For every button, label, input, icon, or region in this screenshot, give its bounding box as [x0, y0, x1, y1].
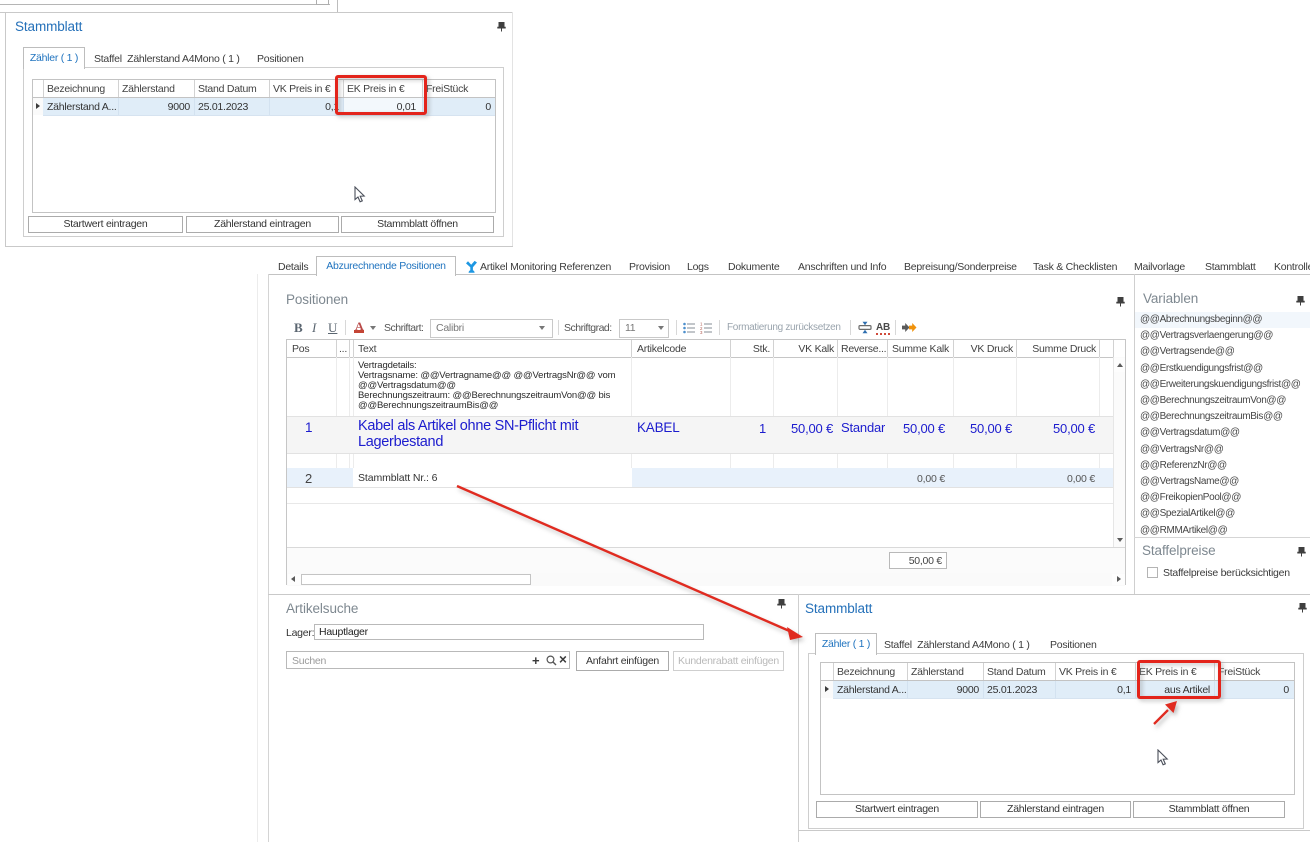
svg-text:3: 3: [700, 330, 703, 334]
